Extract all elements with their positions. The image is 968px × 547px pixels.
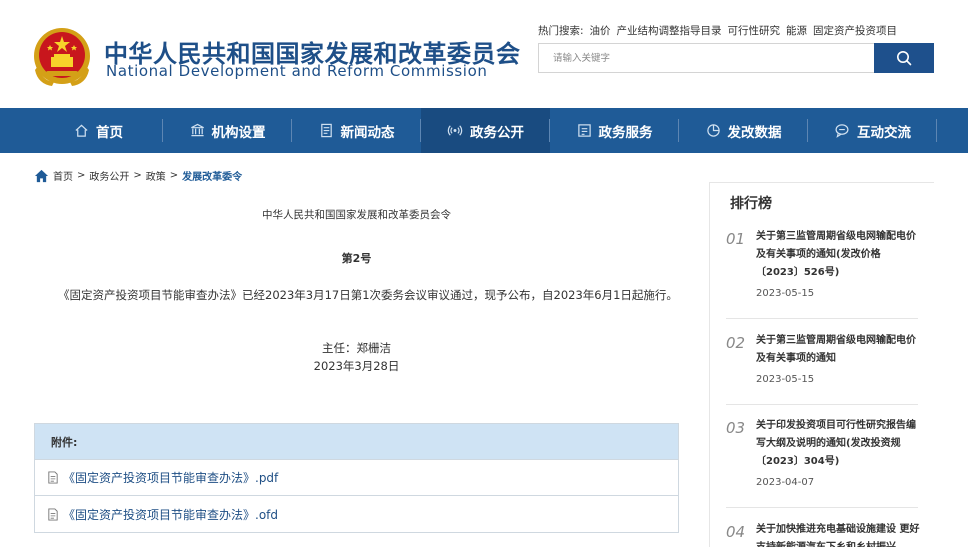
nav-item-gov-service[interactable]: 政务服务 [550, 108, 679, 153]
nav-item-home[interactable]: 首页 [34, 108, 163, 153]
chat-icon [835, 124, 849, 138]
breadcrumb-separator: > [77, 170, 86, 181]
institution-icon [190, 123, 204, 137]
attachment-name[interactable]: 《固定资产投资项目节能审查办法》.pdf [63, 469, 278, 486]
ranking-link[interactable]: 关于加快推进充电基础设施建设 更好支持新能源汽车下乡和乡村振兴 [756, 521, 920, 547]
home-icon[interactable] [34, 169, 49, 183]
article-body: 《固定资产投资项目节能审查办法》已经2023年3月17日第1次委务会议审议通过，… [58, 288, 678, 302]
ranking-link[interactable]: 关于印发投资项目可行性研究报告编写大纲及说明的通知(发改投资规〔2023〕304… [756, 417, 920, 471]
nav-item-label: 新闻动态 [340, 124, 395, 141]
ranking-title: 排行榜 [730, 196, 772, 212]
site-header: 中华人民共和国国家发展和改革委员会 National Development a… [0, 0, 968, 108]
article-signature: 主任：郑栅洁 [322, 341, 391, 355]
document-icon [48, 507, 58, 521]
hot-search-link[interactable]: 产业结构调整指导目录 [617, 23, 722, 38]
ranking-divider [726, 507, 918, 508]
ranking-divider [726, 404, 918, 405]
ranking-date: 2023-04-07 [756, 477, 815, 488]
ranking-number: 03 [726, 419, 746, 437]
nav-item-institution[interactable]: 机构设置 [163, 108, 292, 153]
nav-item-data[interactable]: 发改数据 [679, 108, 808, 153]
breadcrumb-separator: > [169, 170, 179, 181]
nav-divider [936, 119, 937, 142]
ranking-date: 2023-05-15 [756, 288, 815, 299]
article-number: 第2号 [341, 252, 372, 265]
nav-item-label: 首页 [96, 124, 123, 141]
breadcrumb-link[interactable]: 政策 [146, 168, 166, 183]
national-emblem-icon [34, 28, 90, 86]
breadcrumb: 首页 > 政务公开 > 政策 > 发展改革委令 [34, 168, 242, 183]
hot-search-link[interactable]: 能源 [786, 23, 807, 38]
article-date: 2023年3月28日 [313, 359, 400, 373]
main-nav: 首页 机构设置 新闻动态 政务公开 政务服务 发改数据 互动交流 [0, 108, 968, 153]
article-org: 中华人民共和国国家发展和改革委员会令 [262, 209, 451, 221]
hot-search-label: 热门搜索: [538, 25, 584, 37]
hot-search-link[interactable]: 固定资产投资项目 [813, 23, 897, 38]
breadcrumb-current[interactable]: 发展改革委令 [182, 168, 242, 183]
breadcrumb-link[interactable]: 首页 [53, 168, 73, 183]
nav-item-label: 发改数据 [727, 124, 782, 141]
ranking-number: 04 [726, 523, 746, 541]
hot-search: 热门搜索: 油价 产业结构调整指导目录 可行性研究 能源 固定资产投资项目 [538, 23, 897, 38]
attachment-link-pdf[interactable]: 《固定资产投资项目节能审查办法》.pdf [35, 460, 678, 496]
news-icon [320, 123, 332, 138]
nav-item-label: 政务公开 [470, 124, 524, 141]
breadcrumb-link[interactable]: 政务公开 [89, 168, 129, 183]
nav-item-label: 机构设置 [211, 124, 266, 141]
nav-item-interaction[interactable]: 互动交流 [808, 108, 937, 153]
home-icon [75, 124, 88, 137]
service-icon [577, 124, 591, 137]
site-title-en: National Development and Reform Commissi… [106, 62, 488, 80]
document-icon [48, 471, 58, 484]
search-input[interactable] [538, 43, 874, 73]
attachment-link-ofd[interactable]: 《固定资产投资项目节能审查办法》.ofd [35, 496, 678, 532]
nav-item-label: 政务服务 [598, 124, 653, 141]
ranking-date: 2023-05-15 [756, 374, 815, 385]
nav-item-news[interactable]: 新闻动态 [292, 108, 421, 153]
pie-chart-icon [706, 124, 720, 137]
search-icon [897, 51, 912, 66]
ranking-link[interactable]: 关于第三监管周期省级电网输配电价及有关事项的通知 [756, 332, 920, 368]
hot-search-link[interactable]: 油价 [590, 23, 611, 38]
hot-search-link[interactable]: 可行性研究 [728, 23, 781, 38]
search-bar [538, 43, 934, 73]
nav-item-gov-affairs[interactable]: 政务公开 [421, 108, 550, 153]
nav-item-label: 互动交流 [857, 124, 911, 141]
ranking-number: 01 [726, 230, 746, 248]
attachments-box: 附件: 《固定资产投资项目节能审查办法》.pdf 《固定资产投资项目节能审查办法… [34, 423, 679, 533]
ranking-panel: 排行榜 01 关于第三监管周期省级电网输配电价及有关事项的通知(发改价格〔202… [709, 182, 934, 547]
ranking-number: 02 [726, 334, 746, 352]
ranking-link[interactable]: 关于第三监管周期省级电网输配电价及有关事项的通知(发改价格〔2023〕526号) [756, 228, 920, 282]
search-button[interactable] [874, 43, 934, 73]
attachment-name[interactable]: 《固定资产投资项目节能审查办法》.ofd [63, 506, 278, 523]
broadcast-icon [447, 125, 463, 136]
attachments-heading: 附件: [35, 424, 678, 460]
ranking-divider [726, 318, 918, 319]
breadcrumb-separator: > [133, 170, 142, 181]
